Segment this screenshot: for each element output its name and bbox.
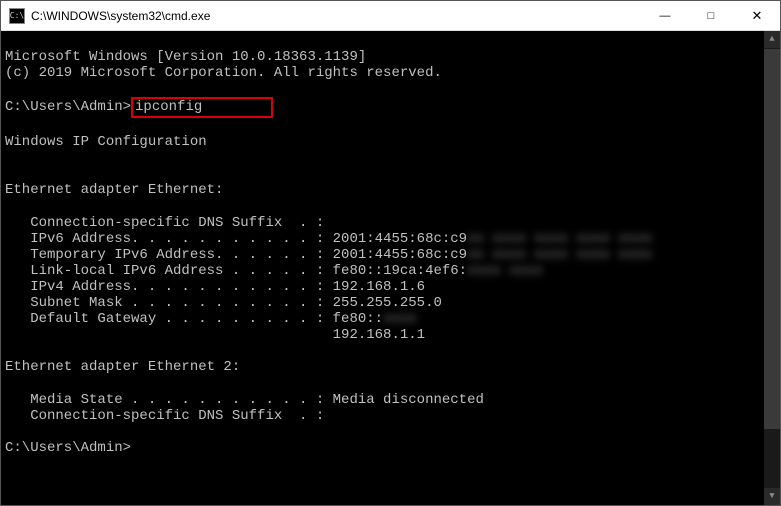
console-line: 192.168.1.1 (5, 327, 425, 343)
window-controls: — □ ✕ (642, 1, 780, 30)
scrollbar-vertical[interactable]: ▲ ▼ (764, 31, 780, 505)
console-line: Link-local IPv6 Address . . . . . : fe80… (5, 263, 543, 279)
redacted-text: xx xxxx xxxx xxxx xxxx (467, 247, 652, 263)
command-highlight: ipconfig (131, 97, 273, 118)
minimize-button[interactable]: — (642, 1, 688, 30)
console-line: (c) 2019 Microsoft Corporation. All righ… (5, 65, 442, 81)
redacted-text: xx xxxx xxxx xxxx xxxx (467, 231, 652, 247)
close-button[interactable]: ✕ (734, 1, 780, 30)
console-line: Connection-specific DNS Suffix . : (5, 408, 324, 424)
console-line: Connection-specific DNS Suffix . : (5, 215, 324, 231)
scroll-thumb[interactable] (764, 49, 780, 429)
scroll-down-icon[interactable]: ▼ (764, 488, 780, 505)
console-line: IPv6 Address. . . . . . . . . . . : 2001… (5, 231, 652, 247)
section-heading: Windows IP Configuration (5, 134, 207, 150)
command-text: ipconfig (135, 99, 202, 115)
redacted-text: xxxx (383, 311, 417, 327)
section-heading: Ethernet adapter Ethernet: (5, 182, 223, 198)
console-line: Microsoft Windows [Version 10.0.18363.11… (5, 49, 366, 65)
console-line: IPv4 Address. . . . . . . . . . . : 192.… (5, 279, 425, 295)
scroll-up-icon[interactable]: ▲ (764, 31, 780, 48)
console-output[interactable]: Microsoft Windows [Version 10.0.18363.11… (1, 31, 780, 505)
redacted-text: xxxx xxxx (467, 263, 543, 279)
cmd-icon: C:\ (9, 8, 25, 24)
titlebar[interactable]: C:\ C:\WINDOWS\system32\cmd.exe — □ ✕ (1, 1, 780, 31)
section-heading: Ethernet adapter Ethernet 2: (5, 359, 240, 375)
prompt-path: C:\Users\Admin> (5, 99, 131, 115)
window-title: C:\WINDOWS\system32\cmd.exe (31, 9, 642, 23)
console-line: Subnet Mask . . . . . . . . . . . : 255.… (5, 295, 442, 311)
maximize-button[interactable]: □ (688, 1, 734, 30)
cmd-window: C:\ C:\WINDOWS\system32\cmd.exe — □ ✕ Mi… (0, 0, 781, 506)
console-line: Temporary IPv6 Address. . . . . . : 2001… (5, 247, 652, 263)
console-line: Default Gateway . . . . . . . . . : fe80… (5, 311, 417, 327)
console-line: Media State . . . . . . . . . . . : Medi… (5, 392, 484, 408)
prompt-path: C:\Users\Admin> (5, 440, 131, 456)
